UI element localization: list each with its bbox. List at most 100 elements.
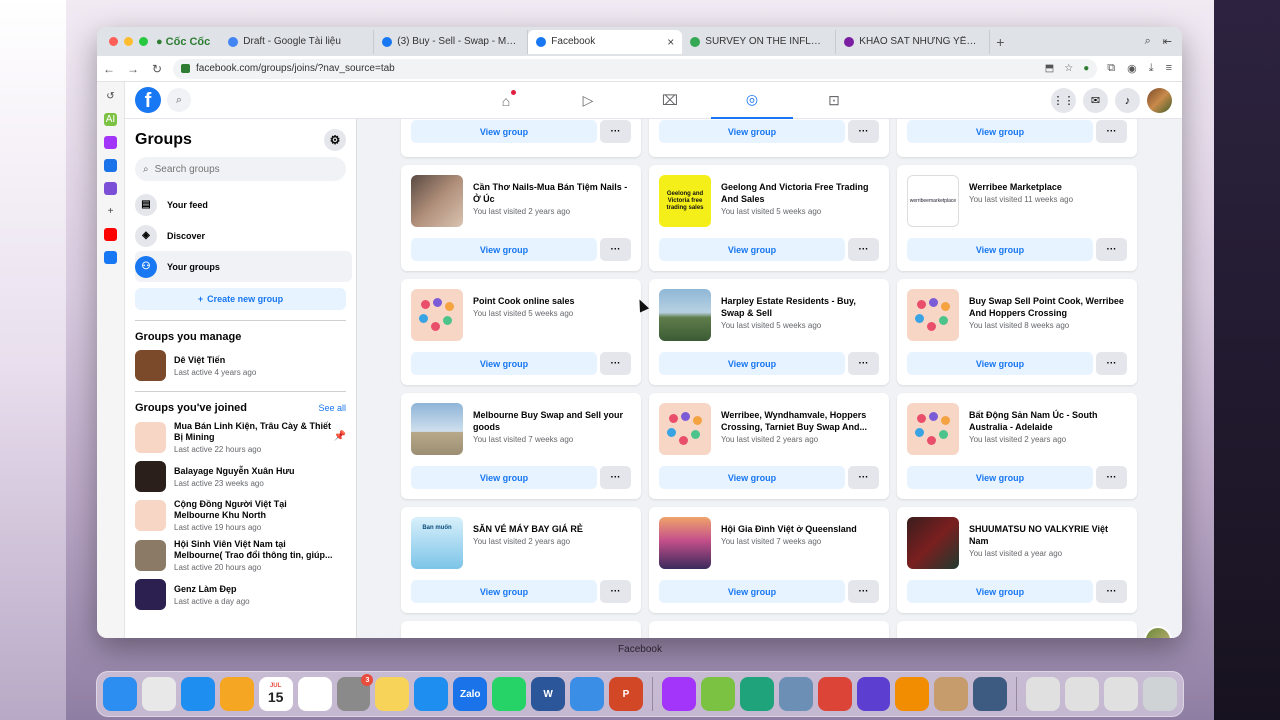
browser-tab[interactable]: Facebook × <box>528 29 683 54</box>
group-thumbnail[interactable] <box>411 403 463 455</box>
view-group-button[interactable]: View group <box>659 120 845 143</box>
view-group-button[interactable]: View group <box>411 238 597 261</box>
pin-icon[interactable]: 📌 <box>334 431 346 442</box>
group-name[interactable]: Melbourne Buy Swap and Sell your goods <box>473 409 631 433</box>
view-group-button[interactable]: View group <box>411 466 597 489</box>
group-thumbnail[interactable] <box>659 403 711 455</box>
tab-search-icon[interactable]: ⌕ <box>1145 35 1151 48</box>
group-name[interactable]: Geelong And Victoria Free Trading And Sa… <box>721 181 879 205</box>
reload-button[interactable]: ↻ <box>145 62 169 76</box>
vlc-icon[interactable] <box>895 677 930 711</box>
nav-gaming-icon[interactable]: ⊡ <box>793 82 875 119</box>
messenger-side-icon[interactable] <box>104 136 117 149</box>
group-name[interactable]: Hội Gia Đình Việt ở Queensland <box>721 523 879 535</box>
more-options-button[interactable]: ··· <box>848 466 879 489</box>
view-group-button[interactable]: View group <box>907 238 1093 261</box>
bookmark-star-icon[interactable]: ☆ <box>1064 63 1073 74</box>
safari-icon[interactable] <box>180 677 215 711</box>
more-options-button[interactable]: ··· <box>848 238 879 261</box>
calendar-icon[interactable]: JUL 15 <box>258 677 293 711</box>
view-group-button[interactable]: View group <box>659 580 845 603</box>
zalo-side-icon[interactable] <box>104 159 117 172</box>
more-options-button[interactable]: ··· <box>600 238 631 261</box>
view-group-button[interactable]: View group <box>659 238 845 261</box>
group-name[interactable]: SHUUMATSU NO VALKYRIE Việt Nam <box>969 523 1127 547</box>
messenger-icon[interactable]: ✉ <box>1083 88 1108 113</box>
more-options-button[interactable]: ··· <box>1096 466 1127 489</box>
facebook-side-icon[interactable] <box>104 251 117 264</box>
chrome-icon[interactable] <box>817 677 852 711</box>
add-sidebar-icon[interactable]: + <box>104 205 117 218</box>
nav-video-icon[interactable]: ▷ <box>547 82 629 119</box>
group-thumbnail[interactable] <box>907 289 959 341</box>
more-options-button[interactable]: ··· <box>1096 352 1127 375</box>
more-options-button[interactable]: ··· <box>600 120 631 143</box>
more-options-button[interactable]: ··· <box>848 352 879 375</box>
browser-tab[interactable]: KHẢO SÁT NHỮNG YẾU TỐ ẢNH <box>836 29 991 54</box>
more-options-button[interactable]: ··· <box>600 352 631 375</box>
group-thumbnail[interactable] <box>907 403 959 455</box>
view-group-button[interactable]: View group <box>907 120 1093 143</box>
group-name[interactable]: Bất Động Sản Nam Úc - South Australia - … <box>969 409 1127 433</box>
launchpad-icon[interactable] <box>141 677 176 711</box>
history-icon[interactable]: ↺ <box>104 90 117 103</box>
group-thumbnail[interactable] <box>411 289 463 341</box>
view-group-button[interactable]: View group <box>659 466 845 489</box>
group-thumbnail[interactable] <box>659 289 711 341</box>
profile-icon[interactable]: ◉ <box>1127 62 1137 75</box>
sidebar-item-your-groups[interactable]: ⚇ Your groups <box>135 251 352 282</box>
browser-tab[interactable]: Draft - Google Tài liệu <box>220 29 375 54</box>
photos-icon[interactable] <box>219 677 254 711</box>
more-options-button[interactable]: ··· <box>600 580 631 603</box>
view-group-button[interactable]: View group <box>907 580 1093 603</box>
group-list-item[interactable]: Dê Việt Tiến Last active 4 years ago <box>135 350 346 381</box>
downloads-icon[interactable] <box>1026 677 1061 711</box>
preview-icon[interactable] <box>778 677 813 711</box>
url-bar[interactable]: facebook.com/groups/joins/?nav_source=ta… <box>173 58 1098 79</box>
more-options-button[interactable]: ··· <box>848 120 879 143</box>
profile-avatar[interactable] <box>1147 88 1172 113</box>
view-group-button[interactable]: View group <box>411 580 597 603</box>
view-group-button[interactable]: View group <box>659 352 845 375</box>
view-group-button[interactable]: View group <box>907 352 1093 375</box>
back-button[interactable]: ← <box>97 62 121 76</box>
settings-icon[interactable]: 3 <box>336 674 374 711</box>
minimize-window-button[interactable] <box>124 37 133 46</box>
sidebar-item-discover[interactable]: ◈ Discover <box>135 220 346 251</box>
screenshot-icon[interactable] <box>1065 677 1100 711</box>
maximize-window-button[interactable] <box>139 37 148 46</box>
group-thumbnail[interactable] <box>907 517 959 569</box>
messenger-icon[interactable] <box>661 677 696 711</box>
trash-icon[interactable] <box>1142 677 1177 711</box>
notes-icon[interactable] <box>375 677 410 711</box>
group-list-item[interactable]: Hội Sinh Viên Việt Nam tại Melbourne( Tr… <box>135 539 346 572</box>
view-group-button[interactable]: View group <box>411 352 597 375</box>
word-icon[interactable]: W <box>531 677 566 711</box>
sidebar-item-your-feed[interactable]: ▤ Your feed <box>135 189 346 220</box>
group-thumbnail[interactable]: Geelong and Victoria free trading sales <box>659 175 711 227</box>
menu-icon[interactable]: ≡ <box>1166 62 1172 75</box>
quicktime-icon[interactable] <box>973 677 1008 711</box>
browser-tab[interactable]: SURVEY ON THE INFLUENCE OF <box>682 29 837 54</box>
nav-marketplace-icon[interactable]: ⌧ <box>629 82 711 119</box>
group-list-item[interactable]: Cộng Đồng Người Việt Tại Melbourne Khu N… <box>135 499 346 532</box>
zalo-icon[interactable]: Zalo <box>453 677 488 711</box>
group-name[interactable]: Harpley Estate Residents - Buy, Swap & S… <box>721 295 879 319</box>
group-name[interactable]: Cần Thơ Nails-Mua Bán Tiệm Nails - Ở Úc <box>473 181 631 205</box>
ai-icon[interactable]: AI <box>104 113 117 126</box>
gear-icon[interactable]: ⚙ <box>324 129 346 151</box>
facebook-logo-icon[interactable]: f <box>135 87 161 113</box>
group-list-item[interactable]: Balayage Nguyễn Xuân Hưu Last active 23 w… <box>135 461 346 492</box>
extensions-icon[interactable]: ⧉ <box>1107 62 1115 75</box>
more-options-button[interactable]: ··· <box>1096 580 1127 603</box>
notifications-bell-icon[interactable]: ♪ <box>1115 88 1140 113</box>
mail-icon[interactable] <box>570 677 604 711</box>
group-name[interactable]: Point Cook online sales <box>473 295 631 307</box>
powerpoint-icon[interactable]: P <box>608 677 643 711</box>
more-options-button[interactable]: ··· <box>1096 120 1127 143</box>
site-info-icon[interactable] <box>181 64 190 73</box>
edge-icon[interactable] <box>739 677 774 711</box>
youtube-side-icon[interactable] <box>104 228 117 241</box>
imovie-icon[interactable] <box>856 677 891 711</box>
search-side-icon[interactable] <box>104 182 117 195</box>
